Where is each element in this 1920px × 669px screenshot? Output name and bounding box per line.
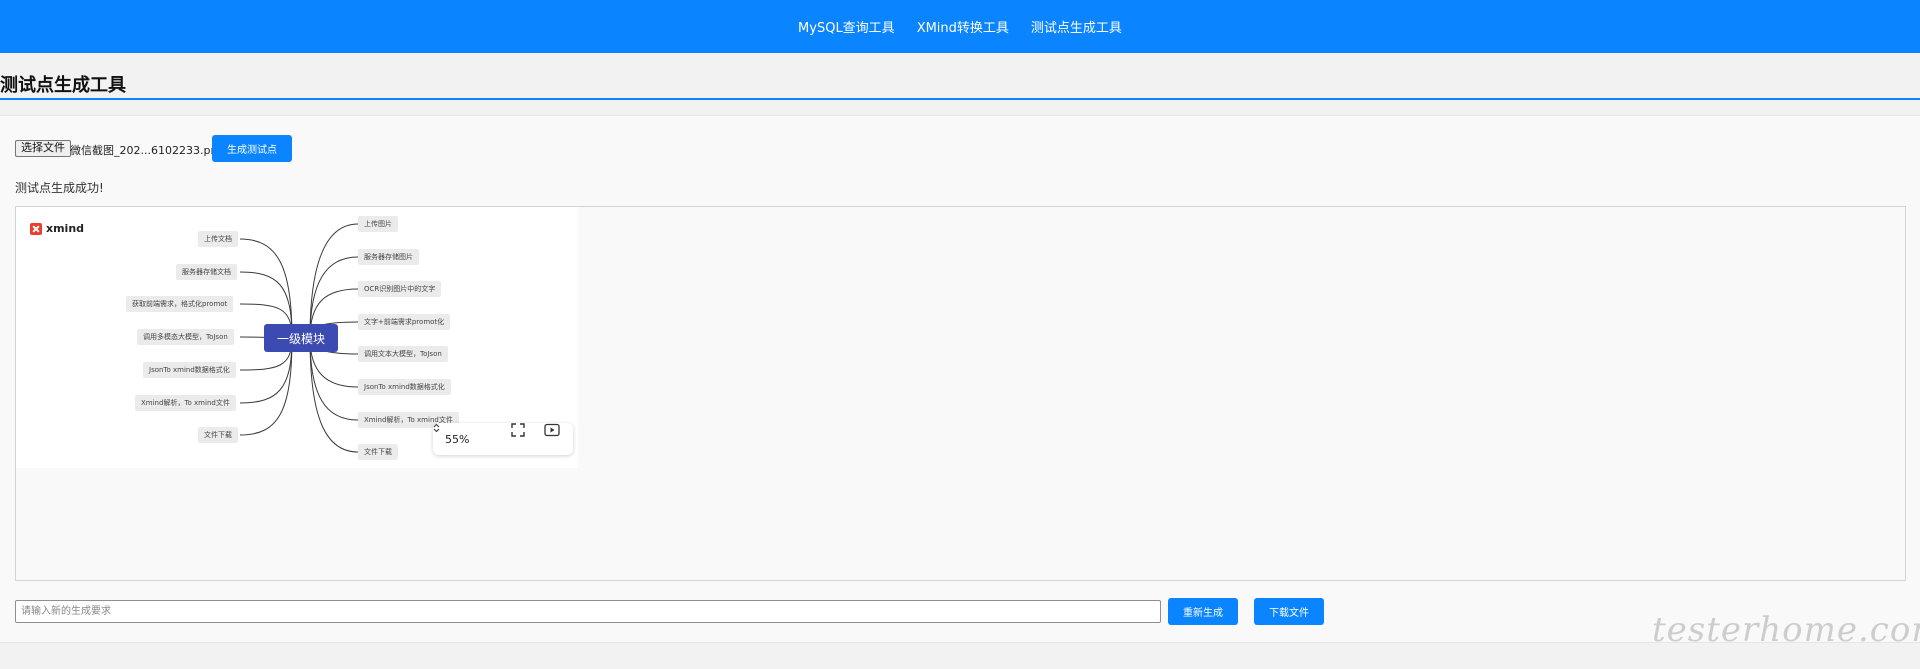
nav-link-testpoint[interactable]: 测试点生成工具	[1031, 17, 1122, 36]
title-divider	[0, 98, 1920, 100]
mindmap-node-right[interactable]: 服务器存储图片	[358, 249, 419, 265]
nav-link-xmind[interactable]: XMind转换工具	[917, 17, 1009, 36]
nav-link-mysql[interactable]: MySQL查询工具	[798, 17, 895, 36]
zoom-toolbar: 55%	[433, 423, 573, 455]
mindmap-node-right[interactable]: OCR识别图片中的文字	[358, 281, 442, 297]
mindmap-node-left[interactable]: 服务器存储文档	[176, 264, 237, 280]
zoom-control[interactable]: 55%	[433, 423, 470, 446]
mindmap-node-left[interactable]: 获取前端需求，格式化promot	[126, 296, 234, 312]
regenerate-button[interactable]: 重新生成	[1168, 598, 1238, 625]
zoom-stepper-icon	[433, 423, 440, 433]
mindmap-node-right[interactable]: 调用文本大模型，ToJson	[358, 346, 448, 362]
mindmap-preview[interactable]: xmind 上传文档 服务器存储文档 获取前端需求，格式化promot 调用多模…	[16, 207, 578, 468]
mindmap-node-left[interactable]: 文件下载	[198, 427, 238, 443]
xmind-logo: xmind	[30, 222, 84, 235]
generate-testpoints-button[interactable]: 生成测试点	[212, 135, 292, 162]
mindmap-node-right[interactable]: 上传图片	[358, 216, 398, 232]
mindmap-node-left[interactable]: Xmind解析，To xmind文件	[135, 395, 236, 411]
xmind-logo-icon	[30, 222, 42, 235]
watermark: testerhome.com	[1652, 610, 1920, 650]
xmind-logo-text: xmind	[46, 222, 85, 235]
mindmap-node-right[interactable]: 文字+前端需求promot化	[358, 314, 451, 330]
status-message: 测试点生成成功!	[15, 181, 104, 195]
mindmap-node-right[interactable]: JsonTo xmind数据格式化	[358, 379, 451, 395]
top-nav: MySQL查询工具 XMind转换工具 测试点生成工具	[0, 0, 1920, 53]
mindmap-node-left[interactable]: 调用多模态大模型，ToJson	[137, 329, 234, 345]
zoom-level: 55%	[445, 432, 470, 446]
mindmap-center-node[interactable]: 一级模块	[264, 324, 338, 352]
download-file-button[interactable]: 下载文件	[1254, 598, 1324, 625]
mindmap-node-right[interactable]: 文件下载	[358, 444, 398, 460]
play-icon[interactable]	[544, 423, 560, 437]
selected-file-name: 微信截图_202...6102233.png	[70, 144, 225, 157]
choose-file-button[interactable]: 选择文件	[15, 140, 71, 157]
regenerate-requirements-input[interactable]	[15, 600, 1161, 623]
page-title: 测试点生成工具	[0, 75, 126, 96]
fullscreen-icon[interactable]	[511, 423, 525, 437]
mindmap-node-left[interactable]: JsonTo xmind数据格式化	[143, 362, 236, 378]
mindmap-node-left[interactable]: 上传文档	[198, 231, 238, 247]
